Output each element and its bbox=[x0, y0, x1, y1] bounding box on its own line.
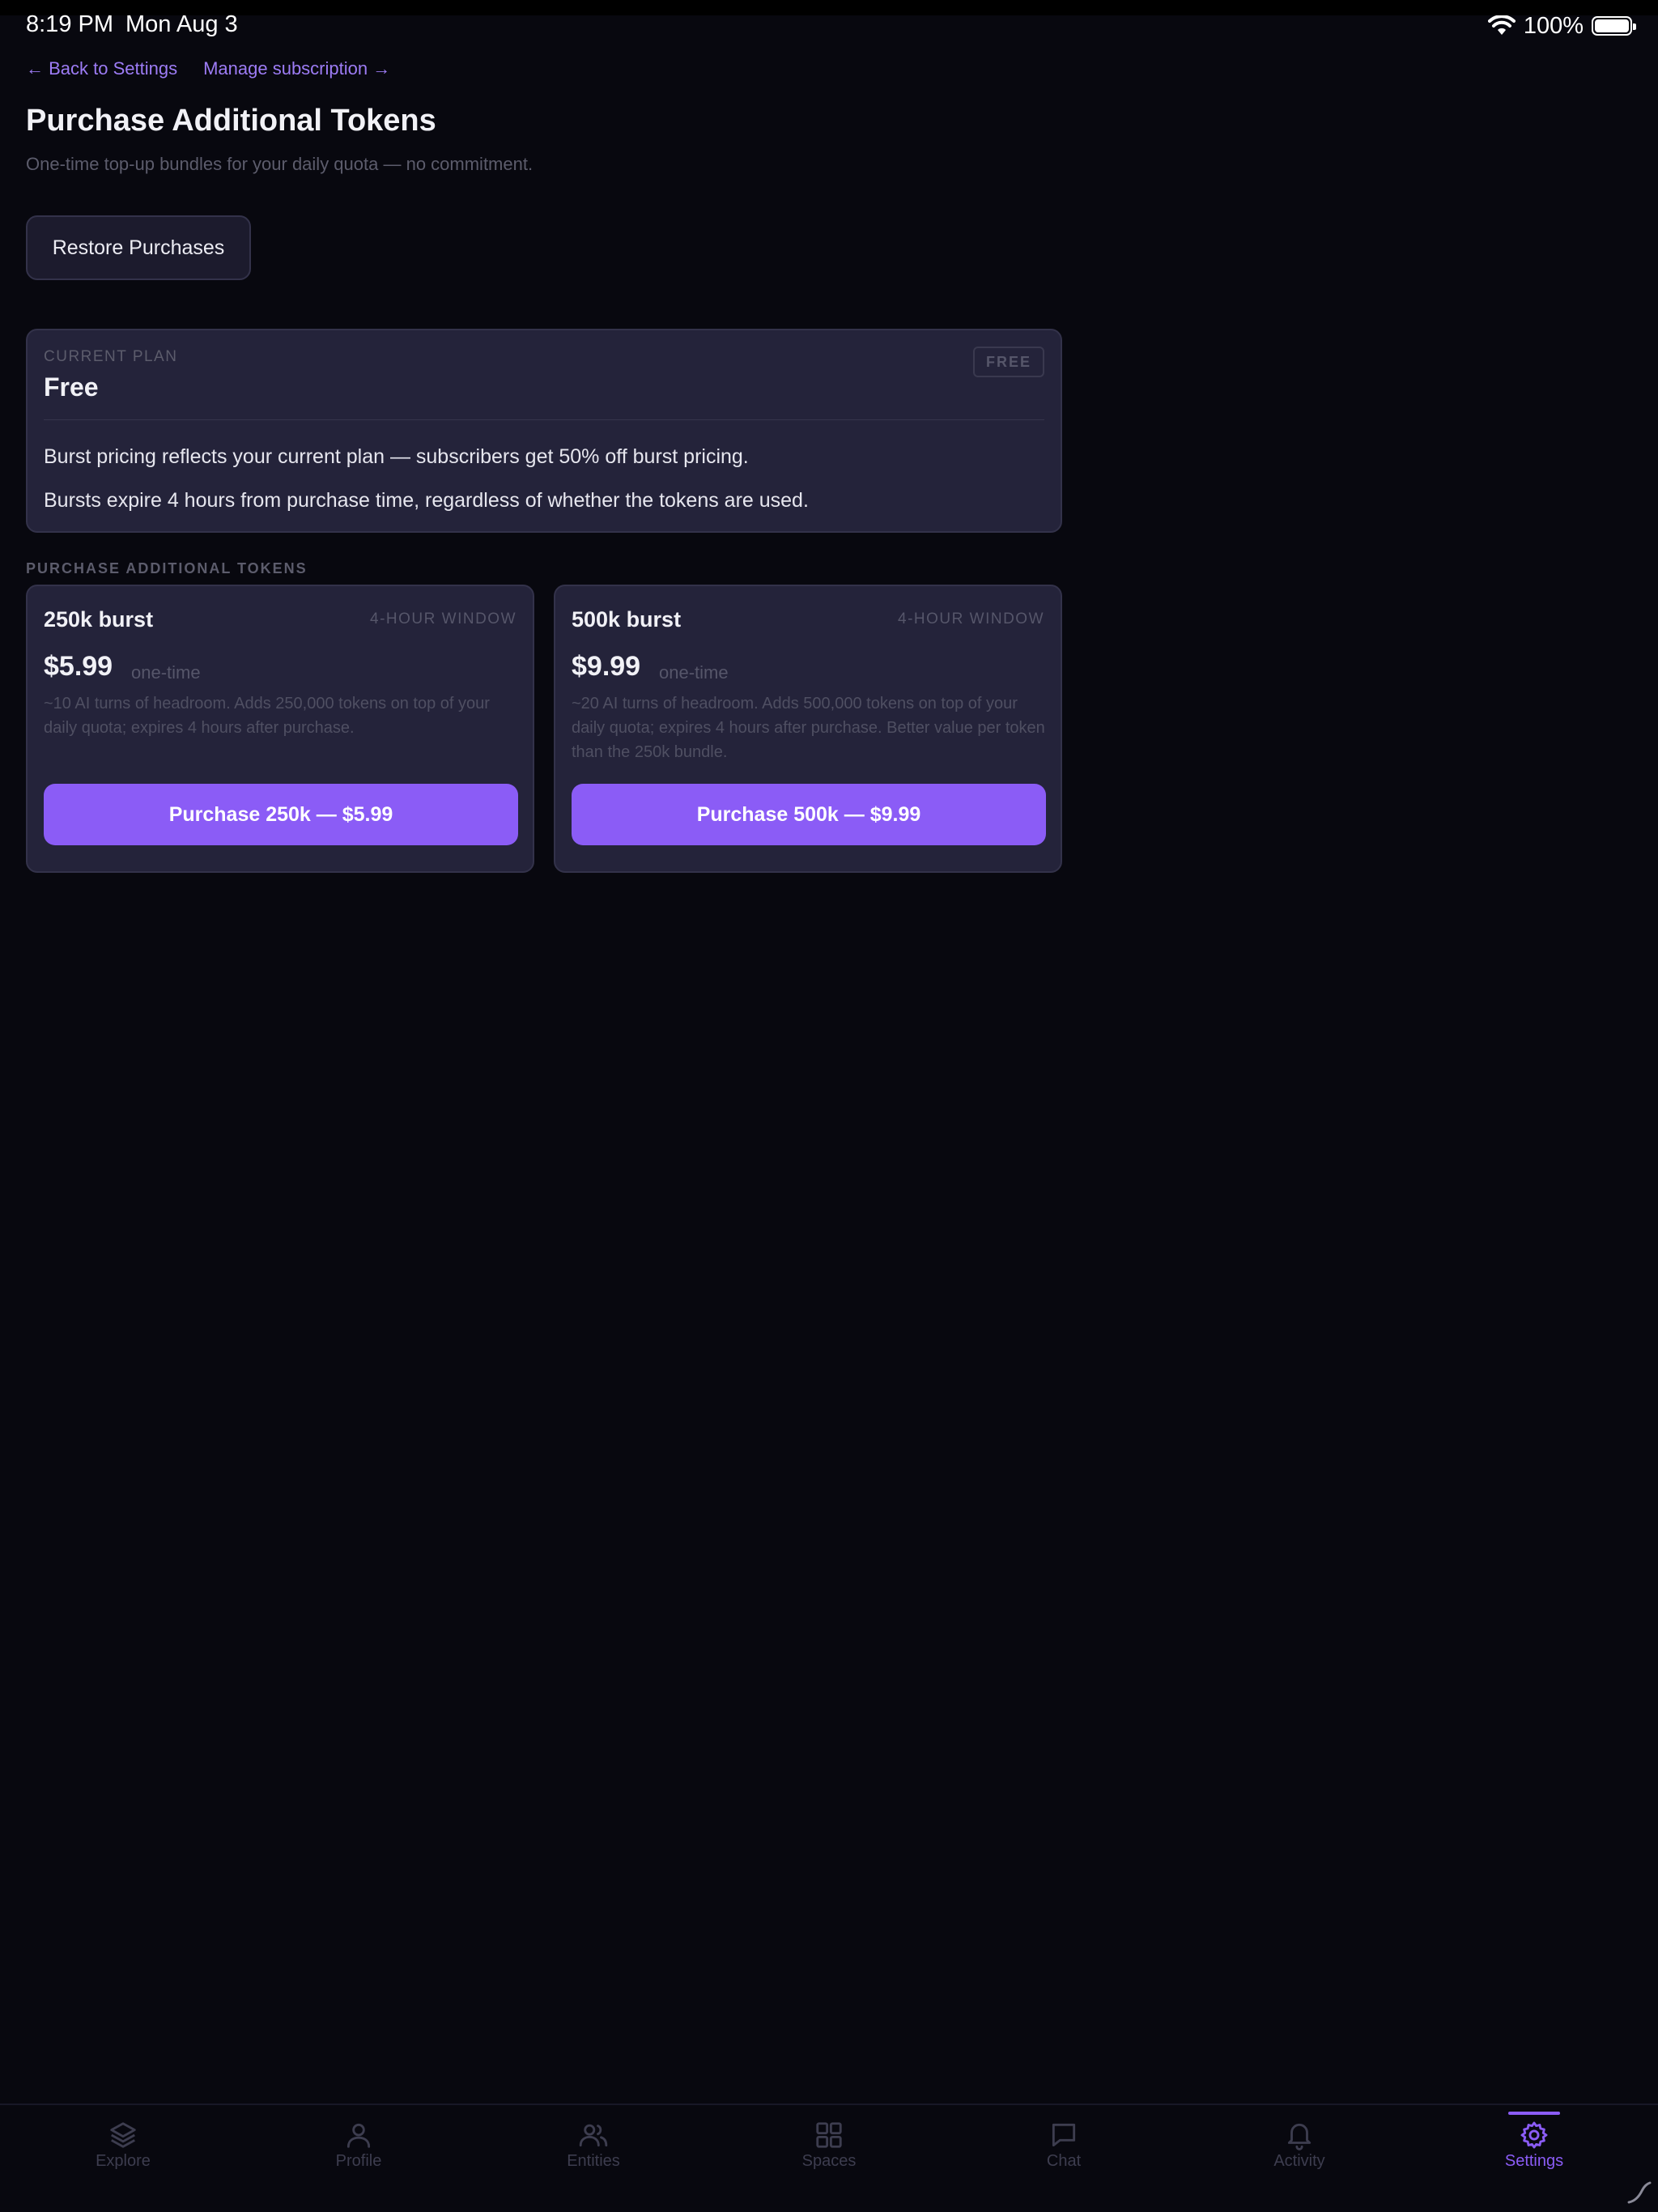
bundle-card-250k: 250k burst 4-HOUR WINDOW $5.99 one-time … bbox=[26, 585, 534, 873]
top-links: ← Back to Settings Manage subscription → bbox=[26, 58, 390, 79]
people-icon bbox=[579, 2124, 608, 2147]
manage-subscription-link[interactable]: Manage subscription → bbox=[203, 58, 390, 79]
gear-icon bbox=[1520, 2121, 1548, 2149]
plan-name: Free bbox=[44, 372, 99, 402]
bundle-frequency: one-time bbox=[659, 662, 729, 683]
tab-spaces[interactable]: Spaces bbox=[756, 2105, 902, 2194]
wifi-icon bbox=[1487, 15, 1516, 35]
bundle-description: ~20 AI turns of headroom. Adds 500,000 t… bbox=[572, 695, 1045, 761]
plan-label: CURRENT PLAN bbox=[44, 348, 178, 365]
person-icon bbox=[346, 2123, 371, 2148]
back-to-settings-link[interactable]: ← Back to Settings bbox=[26, 58, 177, 79]
tab-label: Settings bbox=[1504, 2152, 1564, 2170]
bundle-name: 250k burst bbox=[44, 607, 154, 632]
tab-profile[interactable]: Profile bbox=[286, 2105, 432, 2194]
bundle-description: ~10 AI turns of headroom. Adds 250,000 t… bbox=[44, 695, 490, 737]
tab-activity[interactable]: Activity bbox=[1226, 2105, 1372, 2194]
purchase-250k-button[interactable]: Purchase 250k — $5.99 bbox=[44, 784, 518, 845]
tab-label: Explore bbox=[96, 2152, 151, 2170]
bundle-card-500k: 500k burst 4-HOUR WINDOW $9.99 one-time … bbox=[554, 585, 1062, 873]
purchase-500k-button[interactable]: Purchase 500k — $9.99 bbox=[572, 784, 1046, 845]
tab-label: Entities bbox=[567, 2152, 620, 2170]
page-subtitle: One-time top-up bundles for your daily q… bbox=[26, 154, 534, 174]
resize-handle-icon bbox=[1627, 2181, 1652, 2204]
bundle-frequency: one-time bbox=[131, 662, 201, 683]
tab-explore[interactable]: Explore bbox=[50, 2105, 196, 2194]
status-right: 100% bbox=[1487, 11, 1636, 40]
status-date: Mon Aug 3 bbox=[125, 11, 238, 37]
grid-icon bbox=[816, 2122, 842, 2148]
plan-badge: FREE bbox=[973, 347, 1044, 377]
plan-divider bbox=[44, 419, 1044, 420]
tab-label: Spaces bbox=[801, 2152, 857, 2170]
tab-label: Chat bbox=[1046, 2152, 1082, 2170]
bell-icon bbox=[1287, 2123, 1312, 2150]
bundle-window: 4-HOUR WINDOW bbox=[370, 610, 517, 627]
restore-purchases-button[interactable]: Restore Purchases bbox=[26, 215, 251, 280]
status-top-strip bbox=[0, 0, 1658, 15]
tab-bar: Explore Profile Entities Spaces Chat Act… bbox=[0, 2104, 1658, 2212]
plan-note-pricing: Burst pricing reflects your current plan… bbox=[44, 445, 749, 468]
active-tab-indicator bbox=[1508, 2112, 1560, 2115]
tab-label: Activity bbox=[1273, 2152, 1325, 2170]
bundle-price: $5.99 bbox=[44, 651, 113, 682]
battery-icon bbox=[1592, 16, 1636, 36]
current-plan-card: CURRENT PLAN Free FREE Burst pricing ref… bbox=[26, 329, 1062, 533]
bundle-name: 500k burst bbox=[572, 607, 682, 632]
tab-settings[interactable]: Settings bbox=[1461, 2105, 1607, 2194]
plan-note-expiry: Bursts expire 4 hours from purchase time… bbox=[44, 489, 809, 512]
tab-entities[interactable]: Entities bbox=[521, 2105, 666, 2194]
bundle-window: 4-HOUR WINDOW bbox=[898, 610, 1044, 627]
layers-icon bbox=[110, 2122, 136, 2148]
status-time: 8:19 PM bbox=[26, 11, 113, 37]
tab-label: Profile bbox=[335, 2152, 382, 2170]
section-label: PURCHASE ADDITIONAL TOKENS bbox=[26, 560, 308, 576]
status-bar: 8:19 PM Mon Aug 3 100% bbox=[0, 0, 1658, 47]
page-title: Purchase Additional Tokens bbox=[26, 104, 436, 138]
tab-chat[interactable]: Chat bbox=[991, 2105, 1137, 2194]
battery-percent: 100% bbox=[1523, 12, 1584, 39]
bundle-price: $9.99 bbox=[572, 651, 641, 682]
chat-bubble-icon bbox=[1052, 2123, 1076, 2147]
